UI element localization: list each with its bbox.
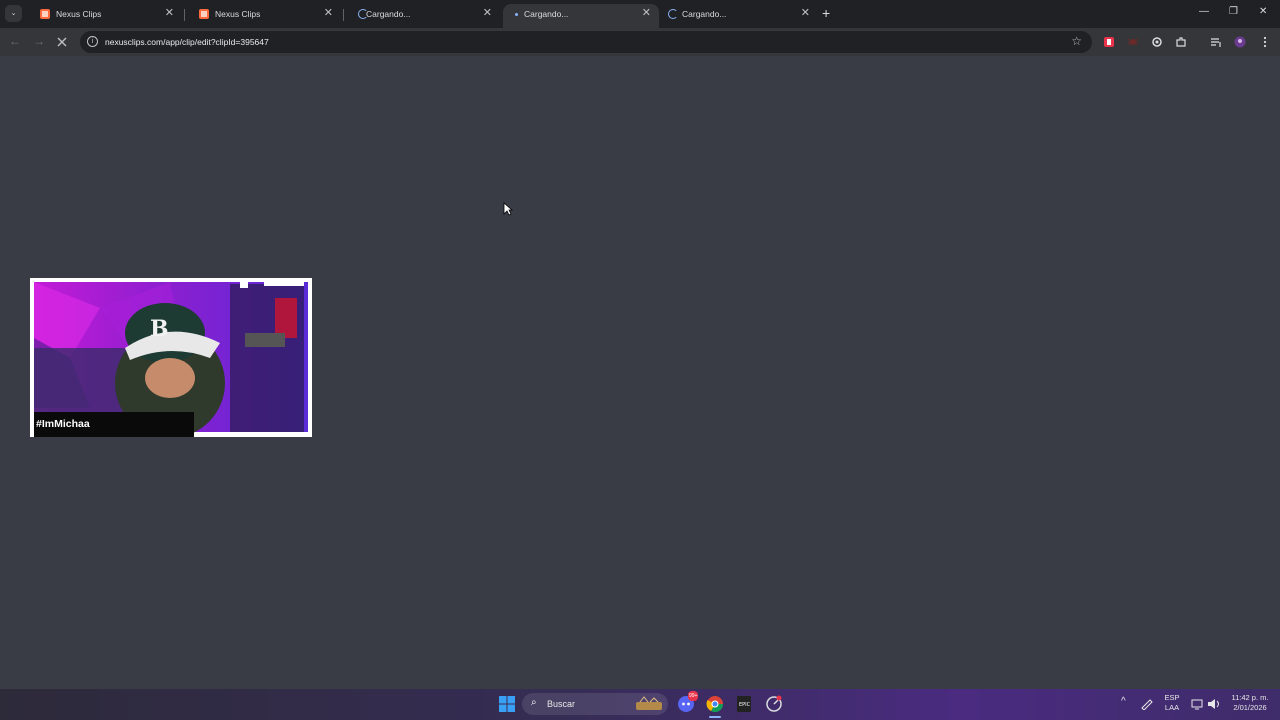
tab-nexus-clips-2[interactable]: Nexus Clips ✕ (185, 4, 341, 28)
tab-title: Cargando... (682, 9, 727, 19)
tray-overflow-chevron-icon[interactable]: ^ (1121, 697, 1126, 707)
tab-title: Cargando... (524, 9, 569, 19)
window-close-button[interactable]: ✕ (1259, 6, 1267, 17)
tab-loading-1[interactable]: Cargando... ✕ (344, 4, 500, 28)
tab-title: Nexus Clips (215, 9, 261, 19)
tab-close-button[interactable]: ✕ (483, 6, 492, 19)
tab-close-button[interactable]: ✕ (642, 6, 651, 19)
browser-toolbar: ← → i nexusclips.com/app/clip/edit?clipI… (0, 28, 1280, 56)
tab-strip: ⌄ Nexus Clips ✕ Nexus Clips ✕ Cargando..… (0, 0, 1280, 28)
loading-spinner-icon (668, 9, 678, 19)
sync-ext-icon[interactable] (1151, 36, 1163, 48)
nexus-clips-favicon-icon (40, 9, 50, 19)
tab-close-button[interactable]: ✕ (801, 6, 810, 19)
chrome-active-indicator (709, 716, 721, 718)
search-label: Buscar (547, 699, 576, 709)
search-highlight-icon (636, 696, 662, 710)
tab-close-button[interactable]: ✕ (165, 6, 174, 19)
discord-badge: 99+ (688, 691, 699, 701)
restore-button[interactable]: ❐ (1229, 6, 1238, 17)
bookmark-ext-icon[interactable] (1103, 36, 1115, 48)
volume-icon[interactable] (1207, 698, 1221, 710)
clip-preview[interactable]: B #ImMichaa (30, 278, 312, 437)
clip-channel-caption: #ImMichaa (36, 418, 90, 430)
language-code: ESP (1164, 693, 1180, 702)
epic-games-icon[interactable]: EPIC (735, 695, 753, 713)
nexus-clips-favicon-icon (199, 9, 209, 19)
tab-close-button[interactable]: ✕ (324, 6, 333, 19)
chrome-icon[interactable] (706, 695, 724, 713)
search-icon: ⌕ (531, 697, 537, 708)
tab-search-button[interactable]: ⌄ (5, 5, 22, 22)
bookmark-star-icon[interactable]: ☆ (1071, 34, 1082, 48)
page-content: B #ImMichaa (0, 56, 1280, 689)
forward-button[interactable]: → (33, 34, 45, 48)
clock-time: 11:42 p. m. (1231, 693, 1269, 702)
keyboard-layout-code: LAA (1164, 703, 1180, 712)
tab-loading-2[interactable]: Cargando... ✕ (662, 4, 818, 28)
clock-date: 2/01/2026 (1233, 703, 1267, 712)
spider-ext-icon[interactable] (1127, 36, 1139, 48)
puzzle-extensions-icon[interactable] (1175, 36, 1187, 48)
tab-title: Cargando... (366, 9, 411, 19)
loading-dot-icon (515, 13, 518, 16)
svg-text:B: B (150, 316, 169, 342)
pen-tray-icon[interactable] (1140, 698, 1154, 710)
app-dial-icon[interactable] (765, 695, 783, 713)
tab-nexus-clips-1[interactable]: Nexus Clips ✕ (26, 4, 182, 28)
new-tab-button[interactable]: + (822, 5, 830, 21)
windows-start-icon[interactable] (498, 695, 516, 713)
minimize-button[interactable]: — (1199, 6, 1209, 17)
mouse-cursor-icon (503, 202, 513, 216)
address-bar[interactable]: i nexusclips.com/app/clip/edit?clipId=39… (80, 31, 1092, 53)
stream-thumbnail-image: B (30, 278, 312, 437)
svg-text:EPIC: EPIC (739, 702, 751, 708)
tab-title: Nexus Clips (56, 9, 102, 19)
url-text[interactable]: nexusclips.com/app/clip/edit?clipId=3956… (105, 37, 269, 47)
taskbar-search-box[interactable]: ⌕ Buscar (522, 693, 668, 715)
windows-taskbar: ⌕ Buscar 99+ EPIC ^ ESP LAA 11:42 p. m. … (0, 689, 1280, 720)
language-indicator[interactable]: ESP LAA (1163, 693, 1181, 713)
stop-loading-icon[interactable] (57, 37, 67, 47)
clock[interactable]: 11:42 p. m. 2/01/2026 (1225, 693, 1275, 713)
reading-list-icon[interactable] (1210, 36, 1222, 48)
network-icon[interactable] (1191, 698, 1205, 710)
back-button[interactable]: ← (9, 34, 21, 48)
profile-avatar-icon[interactable] (1234, 36, 1246, 48)
tab-loading-active[interactable]: Cargando... ✕ (503, 4, 659, 28)
site-info-icon[interactable]: i (87, 36, 98, 47)
menu-kebab-icon[interactable] (1259, 36, 1271, 48)
